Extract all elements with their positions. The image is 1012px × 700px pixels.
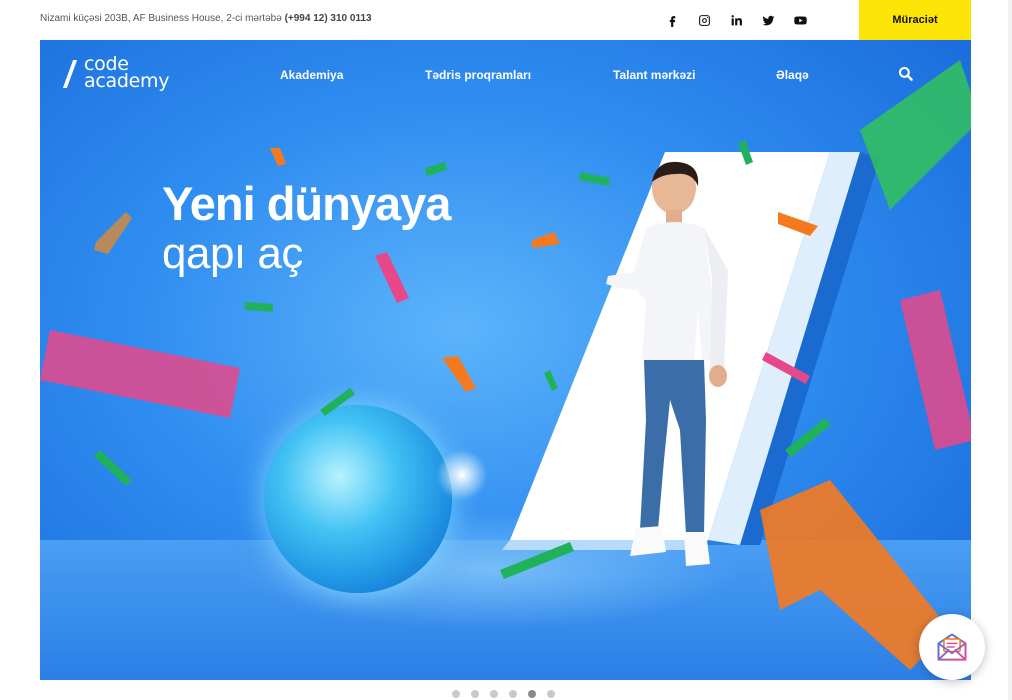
social-links bbox=[656, 11, 816, 29]
slider-dot[interactable] bbox=[547, 690, 555, 698]
slider-dot-active[interactable] bbox=[528, 690, 536, 698]
hero-banner: code academy Akademiya Tədris proqramlar… bbox=[40, 40, 971, 680]
slider-dots bbox=[452, 690, 555, 698]
address-line: Nizami küçəsi 203B, AF Business House, 2… bbox=[40, 13, 372, 24]
phone-number[interactable]: (+994 12) 310 0113 bbox=[285, 13, 372, 24]
address-text: Nizami küçəsi 203B, AF Business House, 2… bbox=[40, 13, 282, 24]
mail-chat-button[interactable] bbox=[919, 614, 985, 680]
scrollbar[interactable] bbox=[1008, 0, 1012, 700]
slider-dot[interactable] bbox=[452, 690, 460, 698]
mail-chat-icon bbox=[937, 633, 967, 661]
instagram-icon[interactable] bbox=[688, 11, 720, 29]
slider-dot[interactable] bbox=[490, 690, 498, 698]
slider-dot[interactable] bbox=[509, 690, 517, 698]
slider-dot[interactable] bbox=[471, 690, 479, 698]
linkedin-icon[interactable] bbox=[720, 11, 752, 29]
twitter-icon[interactable] bbox=[752, 11, 784, 29]
youtube-icon[interactable] bbox=[784, 11, 816, 29]
apply-button[interactable]: Müraciət bbox=[859, 0, 971, 40]
top-bar: Nizami küçəsi 203B, AF Business House, 2… bbox=[0, 0, 1012, 40]
confetti-decoration bbox=[40, 60, 971, 670]
facebook-icon[interactable] bbox=[656, 11, 688, 29]
